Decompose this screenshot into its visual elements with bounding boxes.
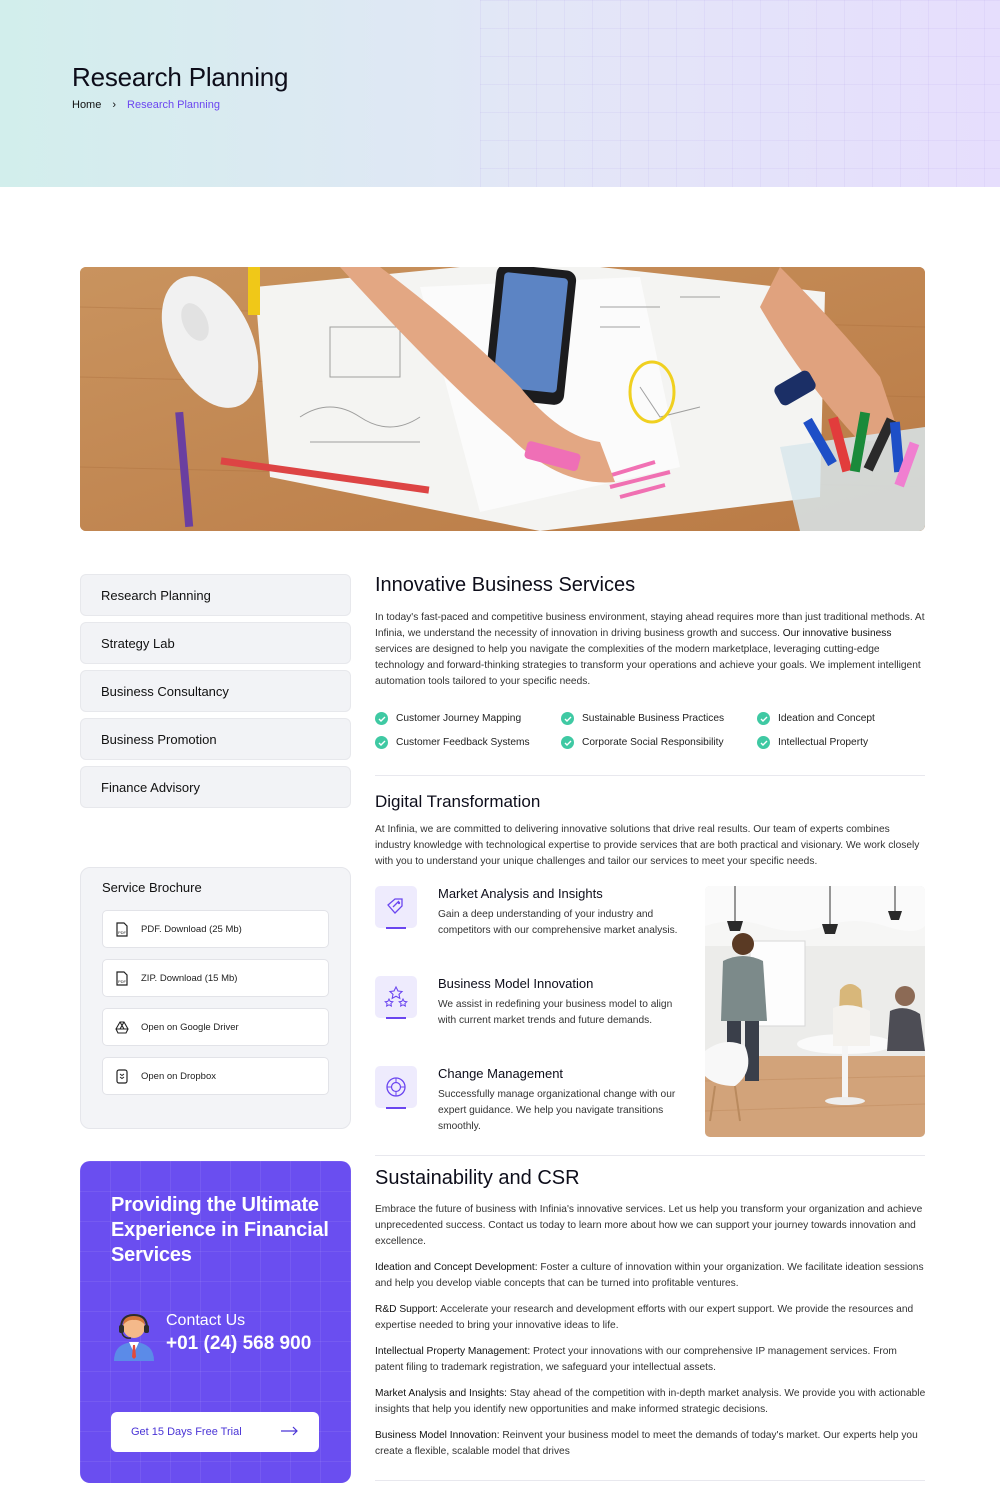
- feature-title: Change Management: [438, 1066, 564, 1081]
- dropbox-button[interactable]: Open on Dropbox: [102, 1057, 329, 1095]
- sidebar-item-research-planning[interactable]: Research Planning: [80, 574, 351, 616]
- check-item: Sustainable Business Practices: [561, 712, 757, 725]
- free-trial-label: Get 15 Days Free Trial: [131, 1426, 242, 1438]
- innovative-paragraph: In today's fast-paced and competitive bu…: [375, 610, 927, 690]
- check-circle-icon: [757, 736, 770, 749]
- brochure-title: Service Brochure: [102, 880, 202, 895]
- chevron-right-icon: ›: [112, 99, 117, 111]
- feature-text: We assist in redefining your business mo…: [438, 999, 673, 1026]
- pdf-file-icon: PDF: [115, 921, 129, 937]
- breadcrumb-current: Research Planning: [127, 99, 220, 111]
- promo-card: Providing the Ultimate Experience in Fin…: [80, 1161, 351, 1483]
- target-cycle-icon: [375, 1066, 417, 1109]
- sidebar-item-business-promotion[interactable]: Business Promotion: [80, 718, 351, 760]
- desk-planning-photo: [80, 267, 925, 531]
- stars-icon: [375, 976, 417, 1019]
- sidebar-item-strategy-lab[interactable]: Strategy Lab: [80, 622, 351, 664]
- csr-item-text: Accelerate your research and development…: [375, 1304, 914, 1331]
- section-title-digital: Digital Transformation: [375, 792, 541, 811]
- csr-item: Intellectual Property Management: Protec…: [375, 1344, 927, 1376]
- section-title-sustainability: Sustainability and CSR: [375, 1167, 580, 1189]
- promo-title: Providing the Ultimate Experience in Fin…: [111, 1194, 329, 1266]
- feature-title: Market Analysis and Insights: [438, 886, 603, 901]
- sidebar-item-business-consultancy[interactable]: Business Consultancy: [80, 670, 351, 712]
- sustainability-intro: Embrace the future of business with Infi…: [375, 1204, 923, 1247]
- zip-download-label: ZIP. Download (15 Mb): [141, 972, 238, 984]
- csr-item-label: Intellectual Property Management:: [375, 1346, 531, 1357]
- check-label: Corporate Social Responsibility: [582, 737, 724, 748]
- dropbox-label: Open on Dropbox: [141, 1070, 216, 1082]
- dropbox-icon: [115, 1068, 129, 1084]
- page-title: Research Planning: [72, 62, 289, 92]
- contact-phone[interactable]: +01 (24) 568 900: [166, 1333, 311, 1355]
- check-label: Sustainable Business Practices: [582, 713, 725, 724]
- pdf-download-label: PDF. Download (25 Mb): [141, 923, 242, 935]
- innovative-paragraph-end: services are designed to help you naviga…: [375, 644, 921, 687]
- support-agent-icon: [110, 1309, 158, 1361]
- zip-file-icon: PDF: [115, 970, 129, 986]
- check-item: Customer Journey Mapping: [375, 712, 561, 725]
- check-label: Ideation and Concept: [778, 713, 875, 724]
- check-circle-icon: [757, 712, 770, 725]
- banner-image: [80, 267, 925, 531]
- check-item: Intellectual Property: [757, 736, 925, 749]
- check-label: Customer Journey Mapping: [396, 713, 522, 724]
- svg-text:PDF: PDF: [118, 979, 127, 984]
- csr-item-label: Ideation and Concept Development:: [375, 1262, 538, 1273]
- feature-title: Business Model Innovation: [438, 976, 594, 991]
- csr-item: Market Analysis and Insights: Stay ahead…: [375, 1386, 927, 1418]
- google-drive-icon: [115, 1019, 129, 1035]
- csr-item: Business Model Innovation: Reinvent your…: [375, 1428, 927, 1460]
- svg-text:PDF: PDF: [118, 930, 127, 935]
- feature-text: Gain a deep understanding of your indust…: [438, 909, 678, 936]
- page-header: Research Planning Home › Research Planni…: [0, 0, 1000, 187]
- sidebar-item-finance-advisory[interactable]: Finance Advisory: [80, 766, 351, 808]
- section-divider: [375, 775, 925, 776]
- check-circle-icon: [375, 712, 388, 725]
- google-drive-label: Open on Google Driver: [141, 1021, 239, 1033]
- zip-download-button[interactable]: PDF ZIP. Download (15 Mb): [102, 959, 329, 997]
- check-circle-icon: [561, 736, 574, 749]
- pdf-download-button[interactable]: PDF PDF. Download (25 Mb): [102, 910, 329, 948]
- header-grid-pattern: [480, 0, 1000, 187]
- csr-item-label: Business Model Innovation:: [375, 1430, 500, 1441]
- csr-item-label: Market Analysis and Insights:: [375, 1388, 507, 1399]
- breadcrumb: Home › Research Planning: [72, 99, 220, 111]
- check-circle-icon: [375, 736, 388, 749]
- csr-item: R&D Support: Accelerate your research an…: [375, 1302, 927, 1334]
- check-label: Customer Feedback Systems: [396, 737, 530, 748]
- csr-item-label: R&D Support:: [375, 1304, 438, 1315]
- tag-icon: [375, 886, 417, 929]
- section-divider: [375, 1480, 925, 1481]
- check-item: Corporate Social Responsibility: [561, 736, 757, 749]
- feature-checklist: Customer Journey Mapping Sustainable Bus…: [375, 712, 925, 749]
- csr-item: Ideation and Concept Development: Foster…: [375, 1260, 927, 1292]
- check-item: Customer Feedback Systems: [375, 736, 561, 749]
- free-trial-button[interactable]: Get 15 Days Free Trial: [111, 1412, 319, 1452]
- office-meeting-photo: [705, 886, 925, 1137]
- service-brochure-panel: Service Brochure PDF PDF. Download (25 M…: [80, 867, 351, 1129]
- check-label: Intellectual Property: [778, 737, 869, 748]
- digital-paragraph: At Infinia, we are committed to deliveri…: [375, 824, 920, 867]
- feature-text: Successfully manage organizational chang…: [438, 1089, 676, 1132]
- section-divider: [375, 1155, 925, 1156]
- section-title-innovative: Innovative Business Services: [375, 574, 636, 596]
- contact-us-label: Contact Us: [166, 1312, 246, 1329]
- arrow-right-icon: [281, 1426, 299, 1439]
- service-sidebar-menu: Research Planning Strategy Lab Business …: [80, 574, 351, 814]
- innovative-paragraph-bold: Our innovative business: [782, 628, 892, 639]
- check-circle-icon: [561, 712, 574, 725]
- check-item: Ideation and Concept: [757, 712, 925, 725]
- breadcrumb-home-link[interactable]: Home: [72, 99, 101, 111]
- google-drive-button[interactable]: Open on Google Driver: [102, 1008, 329, 1046]
